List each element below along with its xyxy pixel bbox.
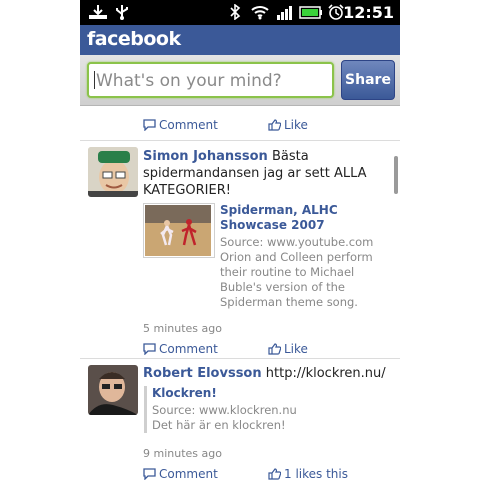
comment-icon xyxy=(143,343,156,356)
status-composer: What's on your mind? Share xyxy=(80,55,400,106)
attachment-thumbnail[interactable] xyxy=(143,203,215,258)
post-timestamp: 5 minutes ago xyxy=(143,322,222,335)
like-link[interactable]: Like xyxy=(268,118,308,132)
feed-post: Robert Elovsson http://klockren.nu/ Kloc… xyxy=(80,359,400,480)
comment-icon xyxy=(143,119,156,132)
comment-label: Comment xyxy=(159,342,218,356)
like-link[interactable]: 1 likes this xyxy=(268,467,348,480)
avatar xyxy=(88,147,138,197)
attachment-description: Det här är en klockren! xyxy=(152,418,286,432)
avatar-photo xyxy=(88,147,138,197)
clock: 12:51 xyxy=(343,3,394,22)
news-feed[interactable]: Comment Like Simon Johansson Bästa spide… xyxy=(80,106,400,480)
like-icon xyxy=(268,343,282,355)
attachment-details: Spiderman, ALHC Showcase 2007 Source: ww… xyxy=(220,203,395,310)
status-input-placeholder: What's on your mind? xyxy=(96,71,282,91)
post-actions: Comment Like xyxy=(143,118,393,134)
post-message: Simon Johansson Bästa spidermandansen ja… xyxy=(143,148,393,199)
comment-link[interactable]: Comment xyxy=(143,467,218,480)
author-name[interactable]: Robert Elovsson xyxy=(143,366,262,381)
bluetooth-icon xyxy=(230,4,241,20)
post-actions: Comment Like xyxy=(143,342,393,358)
status-bar: 12:51 xyxy=(80,0,400,25)
share-button[interactable]: Share xyxy=(341,60,395,100)
phone-screen: 12:51 facebook What's on your mind? Shar… xyxy=(80,0,400,480)
facebook-logo: facebook xyxy=(87,28,181,50)
status-input[interactable]: What's on your mind? xyxy=(87,62,334,98)
like-label: Like xyxy=(284,118,308,132)
author-name[interactable]: Simon Johansson xyxy=(143,149,268,164)
video-thumbnail-image xyxy=(145,205,211,256)
attachment-title[interactable]: Klockren! xyxy=(152,386,392,401)
scrollbar-thumb[interactable] xyxy=(394,156,398,194)
like-label: Like xyxy=(284,342,308,356)
message-text[interactable]: http://klockren.nu/ xyxy=(266,366,386,381)
download-icon xyxy=(89,5,107,19)
comment-link[interactable]: Comment xyxy=(143,118,218,132)
post-message: Robert Elovsson http://klockren.nu/ xyxy=(143,365,393,382)
attachment-title[interactable]: Spiderman, ALHC Showcase 2007 xyxy=(220,203,395,233)
attachment-description: Orion and Colleen perform their routine … xyxy=(220,250,373,309)
text-caret xyxy=(94,71,95,89)
battery-icon xyxy=(299,6,322,19)
post-actions: Comment 1 likes this xyxy=(143,467,393,480)
avatar xyxy=(88,365,138,415)
like-link[interactable]: Like xyxy=(268,342,308,356)
attachment-source: Source: www.klockren.nu xyxy=(152,403,297,417)
like-icon xyxy=(268,119,282,131)
like-icon xyxy=(268,468,282,480)
app-header: facebook xyxy=(80,25,400,56)
signal-icon xyxy=(277,6,292,20)
usb-icon xyxy=(116,5,128,20)
comment-label: Comment xyxy=(159,467,218,480)
comment-icon xyxy=(143,468,156,480)
attachment-source: Source: www.youtube.com xyxy=(220,235,374,249)
wifi-icon xyxy=(251,6,269,20)
comment-label: Comment xyxy=(159,118,218,132)
post-timestamp: 9 minutes ago xyxy=(143,447,222,460)
link-attachment[interactable]: Klockren! Source: www.klockren.nu Det hä… xyxy=(144,386,392,433)
like-label: 1 likes this xyxy=(284,467,348,480)
feed-post: Simon Johansson Bästa spidermandansen ja… xyxy=(80,141,400,358)
comment-link[interactable]: Comment xyxy=(143,342,218,356)
avatar-photo xyxy=(88,365,138,415)
